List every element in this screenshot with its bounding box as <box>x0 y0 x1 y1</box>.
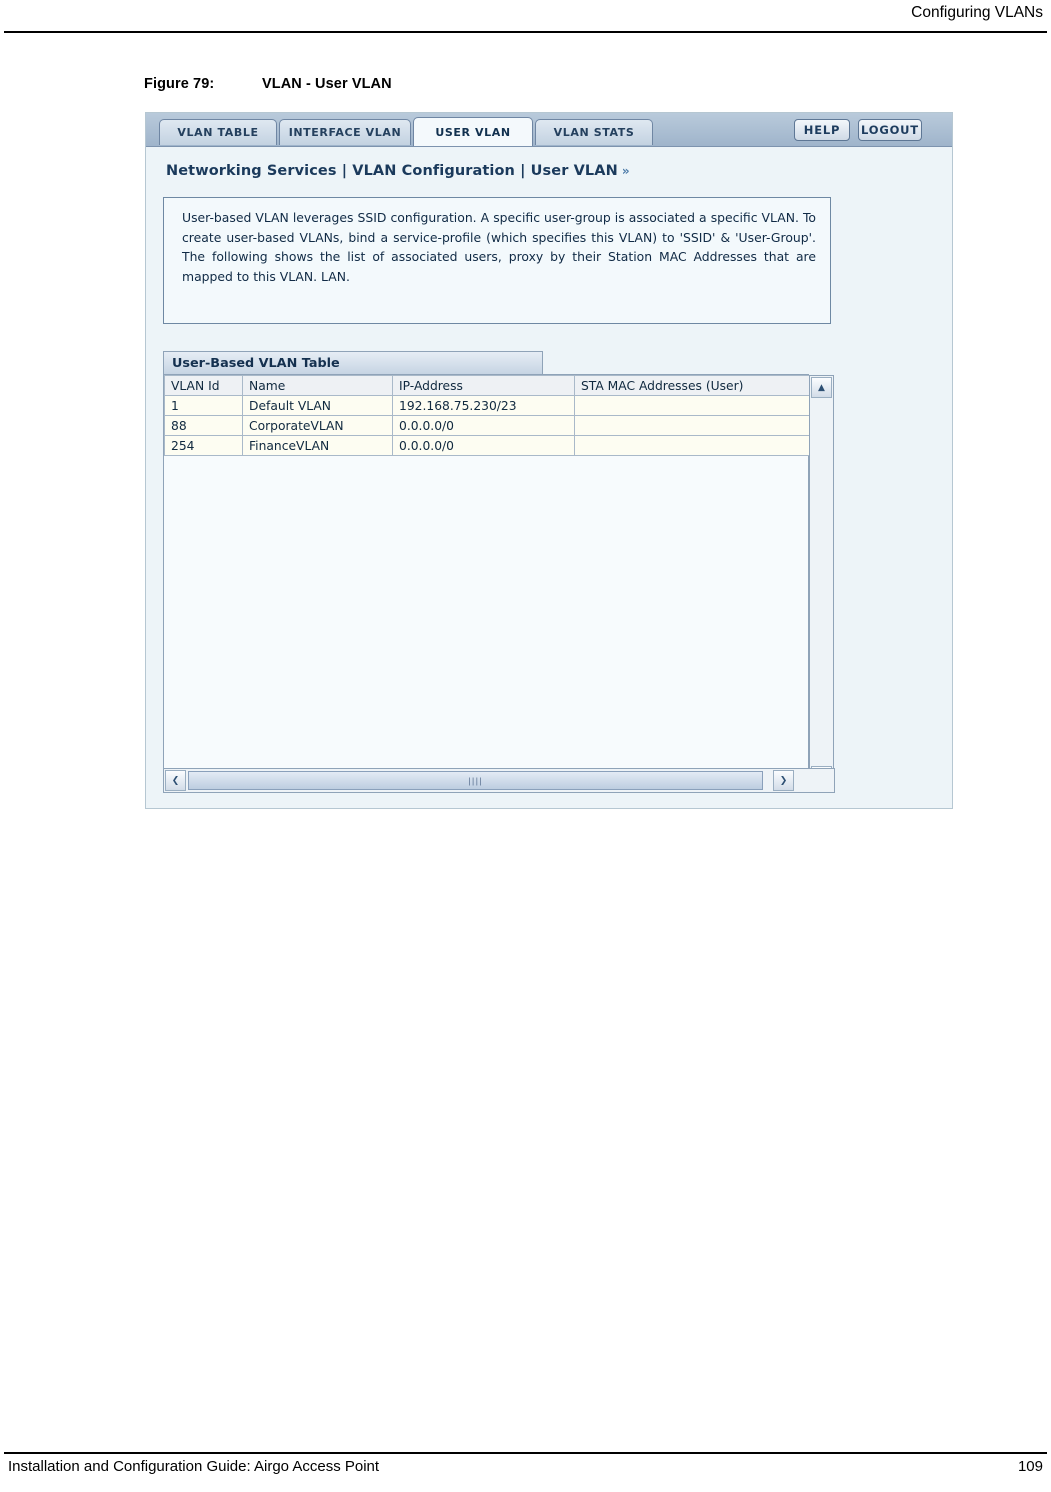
table-row[interactable]: 1 Default VLAN 192.168.75.230/23 <box>164 395 811 416</box>
cell-ip-address: 0.0.0.0/0 <box>392 415 575 436</box>
cell-vlan-id: 88 <box>164 415 243 436</box>
scrollbar-grip-icon: |||| <box>468 776 483 785</box>
tab-user-vlan[interactable]: USER VLAN <box>413 117 533 146</box>
horizontal-scrollbar-thumb[interactable]: |||| <box>188 771 763 790</box>
table-title: User-Based VLAN Table <box>163 351 543 374</box>
footer-page-number: 109 <box>1017 1458 1043 1475</box>
cell-vlan-id: 1 <box>164 395 243 416</box>
scroll-right-icon[interactable]: ❯ <box>773 770 794 791</box>
page-footer: Installation and Configuration Guide: Ai… <box>0 1442 1051 1492</box>
vertical-scrollbar[interactable]: ▲ ▼ <box>809 375 834 789</box>
tab-vlan-stats[interactable]: VLAN STATS <box>535 119 653 145</box>
cell-sta-mac <box>574 395 811 416</box>
tab-bar: VLAN TABLE INTERFACE VLAN USER VLAN VLAN… <box>146 113 952 147</box>
description-panel: User-based VLAN leverages SSID configura… <box>163 197 831 324</box>
table-row[interactable]: 254 FinanceVLAN 0.0.0.0/0 <box>164 435 811 456</box>
column-header-ip-address: IP-Address <box>392 375 575 396</box>
footer-guide-title: Installation and Configuration Guide: Ai… <box>8 1458 380 1475</box>
column-header-vlan-id: VLAN Id <box>164 375 243 396</box>
page-header: Configuring VLANs <box>0 0 1051 36</box>
figure-caption: Figure 79: VLAN - User VLAN <box>144 76 392 92</box>
figure-title: VLAN - User VLAN <box>262 76 392 92</box>
horizontal-scrollbar[interactable]: ❮ |||| ❯ <box>163 768 835 793</box>
column-header-name: Name <box>242 375 393 396</box>
user-vlan-table: VLAN Id Name IP-Address STA MAC Addresse… <box>164 375 811 456</box>
breadcrumb: Networking Services | VLAN Configuration… <box>166 163 630 179</box>
figure-number: Figure 79: <box>144 76 215 92</box>
cell-name: Default VLAN <box>242 395 393 416</box>
footer-divider <box>4 1452 1047 1454</box>
table-header-row: VLAN Id Name IP-Address STA MAC Addresse… <box>164 375 811 396</box>
application-screenshot: VLAN TABLE INTERFACE VLAN USER VLAN VLAN… <box>145 112 953 809</box>
cell-name: CorporateVLAN <box>242 415 393 436</box>
column-header-sta-mac: STA MAC Addresses (User) <box>574 375 811 396</box>
cell-name: FinanceVLAN <box>242 435 393 456</box>
scroll-up-icon[interactable]: ▲ <box>811 377 832 398</box>
table-row[interactable]: 88 CorporateVLAN 0.0.0.0/0 <box>164 415 811 436</box>
tab-vlan-table[interactable]: VLAN TABLE <box>159 119 277 145</box>
tab-interface-vlan[interactable]: INTERFACE VLAN <box>279 119 411 145</box>
cell-ip-address: 192.168.75.230/23 <box>392 395 575 416</box>
table-body: VLAN Id Name IP-Address STA MAC Addresse… <box>163 374 834 789</box>
page-header-title: Configuring VLANs <box>911 4 1043 21</box>
logout-button[interactable]: LOGOUT <box>858 119 922 141</box>
user-vlan-table-panel: User-Based VLAN Table VLAN Id Name IP-Ad… <box>163 351 835 789</box>
breadcrumb-text: Networking Services | VLAN Configuration… <box>166 163 618 179</box>
cell-sta-mac <box>574 415 811 436</box>
cell-sta-mac <box>574 435 811 456</box>
help-button[interactable]: HELP <box>794 119 850 141</box>
cell-vlan-id: 254 <box>164 435 243 456</box>
cell-ip-address: 0.0.0.0/0 <box>392 435 575 456</box>
description-text: User-based VLAN leverages SSID configura… <box>182 210 816 284</box>
header-divider <box>4 31 1047 33</box>
chevron-right-icon: » <box>621 164 630 178</box>
scroll-left-icon[interactable]: ❮ <box>165 770 186 791</box>
